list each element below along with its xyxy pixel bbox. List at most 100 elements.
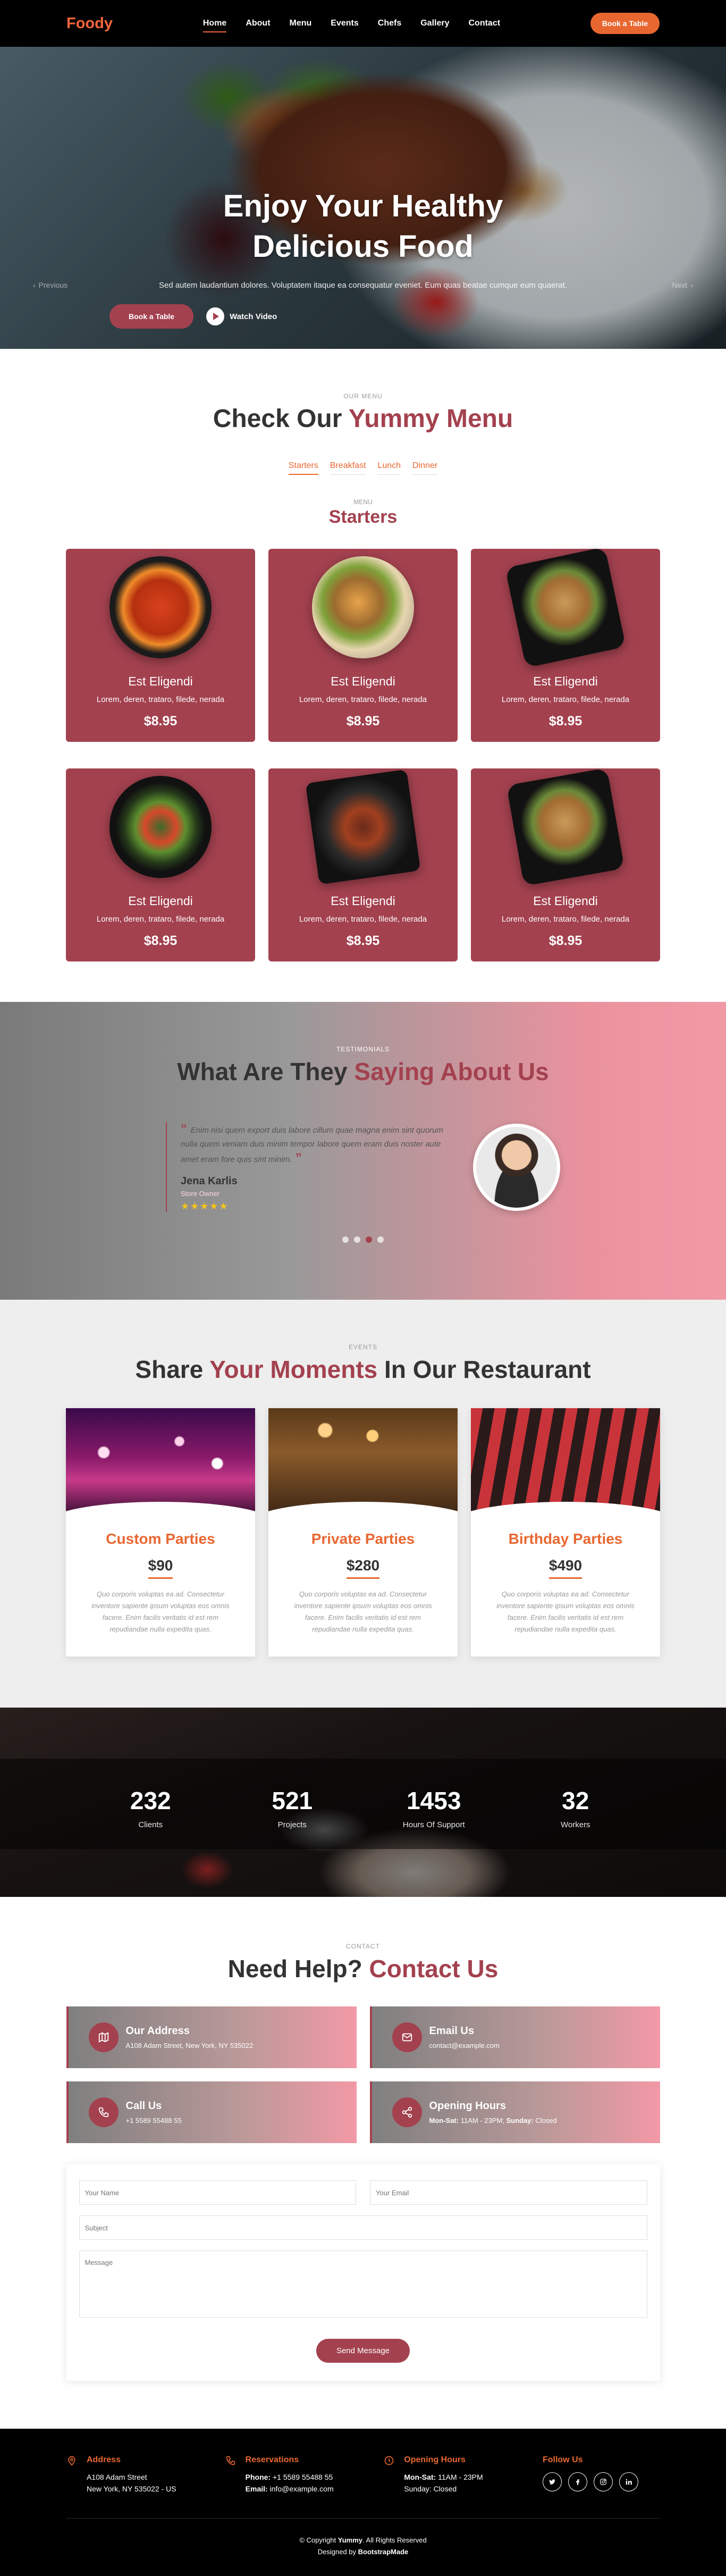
designed-pre: Designed by — [317, 2548, 358, 2556]
stat-value: 232 — [130, 1787, 171, 1814]
email-field[interactable] — [370, 2180, 647, 2205]
carousel-dot[interactable] — [342, 1236, 349, 1243]
nav-home[interactable]: Home — [202, 14, 227, 32]
star-rating: ★★★★★ — [181, 1201, 229, 1211]
hero-actions: Book a Table Watch Video — [109, 304, 277, 329]
subject-field[interactable] — [79, 2215, 647, 2240]
stat-value: 521 — [272, 1787, 313, 1814]
menu-item-name: Est Eligendi — [533, 674, 598, 688]
dish-image — [305, 769, 421, 885]
watch-video-button[interactable]: Watch Video — [206, 307, 277, 325]
hero-text: Sed autem laudantium dolores. Voluptatem… — [158, 281, 567, 290]
carousel-dot-active[interactable] — [366, 1236, 372, 1243]
send-message-button[interactable]: Send Message — [316, 2339, 410, 2363]
linkedin-icon[interactable] — [619, 2472, 638, 2491]
menu-category-eyebrow: Menu — [353, 498, 373, 506]
nav-about[interactable]: About — [246, 14, 270, 32]
contact-form: Send Message — [66, 2164, 660, 2381]
form-row — [79, 2180, 647, 2205]
tab-starters[interactable]: Starters — [288, 461, 318, 475]
footer-title: Reservations — [245, 2455, 299, 2464]
tab-lunch[interactable]: Lunch — [377, 461, 401, 475]
event-price: $280 — [346, 1557, 380, 1579]
social-links — [542, 2472, 638, 2491]
event-title: Custom Parties — [106, 1530, 215, 1547]
logo[interactable]: Foody — [66, 15, 113, 32]
menu-item[interactable]: Est Eligendi Lorem, deren, trataro, file… — [268, 549, 458, 742]
testimonial-name: Jena Karlis — [181, 1175, 238, 1187]
tab-breakfast[interactable]: Breakfast — [330, 461, 366, 475]
carousel-prev[interactable]: ‹ Previous — [33, 281, 67, 289]
menu-item[interactable]: Est Eligendi Lorem, deren, trataro, file… — [66, 549, 255, 742]
tab-dinner[interactable]: Dinner — [412, 461, 438, 475]
menu-item-name: Est Eligendi — [128, 674, 193, 688]
stat-workers: 32 Workers — [522, 1786, 629, 1829]
menu-item-price: $8.95 — [548, 933, 583, 948]
name-field[interactable] — [79, 2180, 356, 2205]
event-card[interactable]: Custom Parties $90 Quo corporis voluptas… — [66, 1408, 255, 1657]
hero-title: Enjoy Your Healthy Delicious Food — [0, 186, 726, 267]
testimonial-role: Store Owner — [181, 1190, 220, 1198]
stats-row: 232 Clients 521 Projects 1453 Hours Of S… — [0, 1786, 726, 1829]
info-text[interactable]: +1 5589 55488 55 — [126, 2117, 182, 2125]
address-line1: A108 Adam Street — [87, 2473, 147, 2481]
info-title: Our Address — [125, 2025, 190, 2037]
events-title-post: In Our Restaurant — [377, 1356, 591, 1383]
menu-item[interactable]: Est Eligendi Lorem, deren, trataro, file… — [471, 767, 660, 961]
event-desc: Quo corporis voluptas ea ad. Consectetur… — [294, 1590, 432, 1633]
contact-eyebrow: Contact — [345, 1943, 381, 1950]
play-icon — [206, 307, 225, 325]
nav-events[interactable]: Events — [331, 14, 358, 32]
copyright-brand: Yummy — [337, 2536, 363, 2544]
footer-title: Address — [87, 2455, 121, 2464]
event-desc: Quo corporis voluptas ea ad. Consectetur… — [91, 1590, 230, 1633]
menu-title-pre: Check Our — [213, 405, 349, 433]
hours-time1: 11AM - 23PM; — [459, 2117, 504, 2125]
menu-item[interactable]: Est Eligendi Lorem, deren, trataro, file… — [66, 768, 255, 961]
testimonials-title: What Are They Saying About Us — [0, 1057, 726, 1086]
event-card[interactable]: Private Parties $280 Quo corporis volupt… — [268, 1408, 458, 1657]
facebook-icon[interactable] — [568, 2472, 587, 2491]
hours-days2: Sunday: — [504, 2117, 534, 2125]
menu-category-title: Starters — [328, 507, 398, 527]
event-card[interactable]: Birthday Parties $490 Quo corporis volup… — [471, 1408, 660, 1657]
info-text[interactable]: contact@example.com — [429, 2042, 500, 2050]
testimonial-text: “ Enim nisi quem export duis labore cill… — [166, 1122, 453, 1212]
nav-contact[interactable]: Contact — [468, 14, 500, 32]
copyright-post: . All Rights Reserved — [362, 2536, 427, 2544]
twitter-icon[interactable] — [542, 2472, 562, 2491]
clock-icon — [384, 2455, 396, 2495]
testimonials-title-accent: Saying About Us — [354, 1058, 549, 1085]
hero-book-button[interactable]: Book a Table — [109, 304, 194, 329]
menu-item-price: $8.95 — [143, 933, 178, 948]
message-field[interactable] — [79, 2251, 647, 2318]
carousel-next[interactable]: Next › — [672, 281, 693, 289]
footer-reservations: Reservations Phone: +1 5589 55488 55 Emai… — [225, 2455, 369, 2495]
event-image — [471, 1408, 660, 1519]
testimonials-eyebrow: Testimonials — [336, 1046, 390, 1053]
footer-title: Follow Us — [542, 2455, 583, 2464]
info-email: Email Us contact@example.com — [369, 2006, 660, 2068]
menu-item[interactable]: Est Eligendi Lorem, deren, trataro, file… — [268, 768, 458, 961]
menu-item-desc: Lorem, deren, trataro, filede, nerada — [299, 915, 427, 924]
map-icon — [88, 2022, 119, 2052]
designed-by-link[interactable]: BootstrapMade — [358, 2548, 409, 2556]
carousel-dot[interactable] — [377, 1236, 384, 1243]
instagram-icon[interactable] — [593, 2472, 613, 2491]
nav-chefs[interactable]: Chefs — [378, 14, 401, 32]
menu-item[interactable]: Est Eligendi Lorem, deren, trataro, file… — [471, 547, 660, 742]
menu-item-desc: Lorem, deren, trataro, filede, nerada — [501, 695, 630, 704]
phone-icon — [225, 2455, 238, 2495]
hero-title-line1: Enjoy Your Healthy — [223, 189, 503, 223]
stat-projects: 521 Projects — [239, 1786, 345, 1829]
header-book-button[interactable]: Book a Table — [590, 13, 660, 34]
testimonials-section: Testimonials What Are They Saying About … — [0, 1002, 726, 1300]
nav-menu[interactable]: Menu — [290, 14, 312, 32]
footer-address: Address A108 Adam Street New York, NY 535… — [66, 2455, 210, 2495]
hours-line1-value: 11AM - 23PM — [436, 2473, 483, 2481]
nav-gallery[interactable]: Gallery — [420, 14, 449, 32]
carousel-dot[interactable] — [354, 1236, 360, 1243]
copyright: © Copyright Yummy. All Rights Reserved D… — [0, 2519, 726, 2576]
quote-right-icon: ” — [292, 1151, 302, 1165]
watch-video-label: Watch Video — [230, 312, 277, 321]
